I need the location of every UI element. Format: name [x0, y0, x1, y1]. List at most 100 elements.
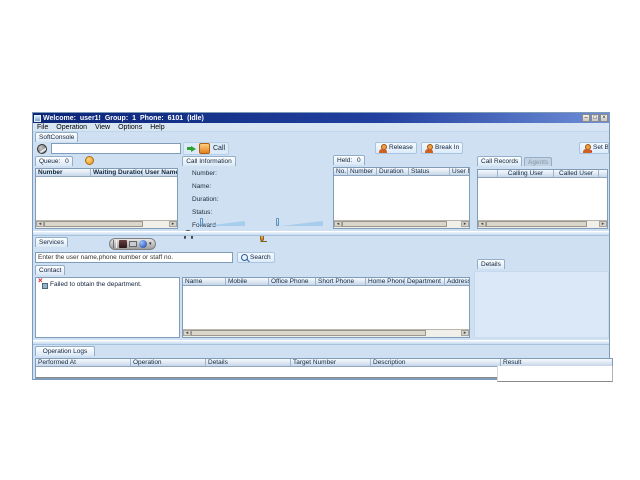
window-controls: – □ ×	[582, 114, 608, 122]
mic-volume-slider-thumb[interactable]	[276, 218, 279, 226]
call-info-duration-label: Duration:	[192, 195, 218, 205]
queue-h-scrollbar[interactable]: ◂ ▸	[36, 220, 177, 228]
tree-item-label: Failed to obtain the department.	[50, 281, 142, 288]
contact-table-header: Name Mobile Office Phone Short Phone Hom…	[183, 278, 469, 286]
close-icon[interactable]: ×	[600, 114, 608, 122]
held-col-number[interactable]: Number	[348, 168, 377, 176]
contact-search-input[interactable]	[35, 252, 233, 263]
contact-table-body[interactable]	[183, 286, 469, 329]
held-count: 0	[357, 157, 361, 164]
logs-col-details[interactable]: Details	[206, 359, 291, 367]
search-button[interactable]: Search	[237, 252, 275, 263]
set-busy-button[interactable]: Set Busy	[579, 142, 609, 154]
set-busy-button-label: Set Busy	[593, 143, 609, 153]
menu-item-view[interactable]: View	[91, 123, 114, 132]
toolbar-grip[interactable]	[113, 240, 117, 248]
held-col-status[interactable]: Status	[409, 168, 450, 176]
set-busy-person-icon	[583, 144, 591, 153]
records-col-called-user[interactable]: Called User	[554, 170, 599, 178]
held-table-body[interactable]	[334, 176, 469, 220]
help-orb-icon[interactable]	[139, 240, 147, 248]
tab-services[interactable]: Services	[35, 237, 68, 247]
call-info-status-label: Status:	[192, 208, 218, 218]
dial-number-input[interactable]	[51, 143, 181, 154]
scroll-right-arrow[interactable]: ▸	[461, 221, 469, 227]
break-in-button-label: Break In	[435, 143, 459, 153]
scroll-right-arrow[interactable]: ▸	[169, 221, 177, 227]
speaker-volume-slider-thumb[interactable]	[200, 218, 203, 226]
horizontal-splitter[interactable]	[33, 231, 609, 236]
records-col-calling-user[interactable]: Calling User	[498, 170, 554, 178]
logs-col-operation[interactable]: Operation	[131, 359, 206, 367]
scroll-right-arrow[interactable]: ▸	[461, 330, 469, 336]
tab-operation-logs[interactable]: Operation Logs	[35, 346, 95, 356]
queue-table: Number Waiting Duration User Name ◂ ▸	[35, 168, 178, 229]
speaker-volume-slider-track[interactable]	[205, 221, 245, 226]
release-button[interactable]: Release	[375, 142, 417, 154]
queue-col-number[interactable]: Number	[36, 169, 91, 177]
horizontal-splitter-bottom[interactable]	[33, 340, 609, 345]
held-table: No. Number Duration Status User Name ◂ ▸	[333, 167, 470, 229]
scroll-right-arrow[interactable]: ▸	[599, 221, 607, 227]
held-table-header: No. Number Duration Status User Name	[334, 168, 469, 176]
break-in-button[interactable]: Break In	[421, 142, 463, 154]
contact-h-scrollbar[interactable]: ◂ ▸	[183, 329, 469, 337]
records-h-scrollbar[interactable]: ◂ ▸	[478, 220, 607, 228]
toolbar-dropdown-icon[interactable]: ▾	[149, 242, 152, 247]
contact-tree-panel[interactable]: × Failed to obtain the department.	[35, 277, 180, 338]
logs-col-performed-at[interactable]: Performed At	[36, 359, 131, 367]
tab-call-records[interactable]: Call Records	[477, 156, 522, 166]
contact-col-short-phone[interactable]: Short Phone	[316, 278, 366, 286]
call-button[interactable]: Call	[183, 142, 229, 155]
tab-details[interactable]: Details	[477, 259, 505, 269]
tab-softconsole[interactable]: SoftConsole	[35, 132, 78, 142]
logs-col-target-number[interactable]: Target Number	[291, 359, 371, 367]
menu-item-operation[interactable]: Operation	[52, 123, 91, 132]
held-col-user-name[interactable]: User Name	[450, 168, 469, 176]
call-info-name-label: Name:	[192, 182, 218, 192]
contact-col-mobile[interactable]: Mobile	[226, 278, 269, 286]
contact-col-department[interactable]: Department	[405, 278, 445, 286]
queue-table-body[interactable]	[36, 177, 177, 220]
held-h-scrollbar[interactable]: ◂ ▸	[334, 220, 469, 228]
call-records-table-header: Calling User Called User	[478, 170, 607, 178]
scroll-thumb[interactable]	[486, 221, 587, 227]
records-col-partial[interactable]	[599, 170, 607, 178]
tree-item-department-error[interactable]: × Failed to obtain the department.	[36, 278, 179, 289]
dial-arrow-icon	[187, 146, 196, 152]
queue-label: Queue: 0	[35, 156, 73, 166]
tab-call-information[interactable]: Call Information	[182, 156, 236, 166]
scroll-left-arrow[interactable]: ◂	[334, 221, 342, 227]
menu-item-help[interactable]: Help	[146, 123, 168, 132]
scroll-left-arrow[interactable]: ◂	[36, 221, 44, 227]
held-col-duration[interactable]: Duration	[377, 168, 409, 176]
queue-col-user-name[interactable]: User Name	[143, 169, 177, 177]
scroll-thumb[interactable]	[191, 330, 426, 336]
queue-col-waiting-duration[interactable]: Waiting Duration	[91, 169, 143, 177]
minimize-icon[interactable]: –	[582, 114, 590, 122]
contact-col-address[interactable]: Address	[445, 278, 469, 286]
tab-agents[interactable]: Agents	[524, 157, 552, 166]
menu-item-options[interactable]: Options	[114, 123, 146, 132]
maximize-icon[interactable]: □	[591, 114, 599, 122]
records-col-blank[interactable]	[478, 170, 498, 178]
menu-item-file[interactable]: File	[33, 123, 52, 132]
logs-col-description[interactable]: Description	[371, 359, 501, 367]
contact-col-home-phone[interactable]: Home Phone	[366, 278, 405, 286]
tab-contact[interactable]: Contact	[35, 265, 65, 275]
contact-col-name[interactable]: Name	[183, 278, 226, 286]
held-col-no[interactable]: No.	[334, 168, 348, 176]
scroll-thumb[interactable]	[342, 221, 447, 227]
phone-device-icon[interactable]	[129, 241, 137, 247]
queue-table-header: Number Waiting Duration User Name	[36, 169, 177, 177]
scroll-left-arrow[interactable]: ◂	[183, 330, 191, 336]
window-title: Welcome: user1! Group: 1 Phone: 6101 (Id…	[43, 114, 204, 123]
title-bar[interactable]: Welcome: user1! Group: 1 Phone: 6101 (Id…	[33, 113, 609, 123]
scroll-left-arrow[interactable]: ◂	[478, 221, 486, 227]
call-records-table-body[interactable]	[478, 178, 607, 220]
scroll-thumb[interactable]	[44, 221, 143, 227]
record-icon[interactable]	[119, 240, 127, 248]
contact-col-office-phone[interactable]: Office Phone	[269, 278, 316, 286]
mic-volume-slider-track[interactable]	[281, 221, 323, 226]
details-panel	[474, 271, 609, 338]
